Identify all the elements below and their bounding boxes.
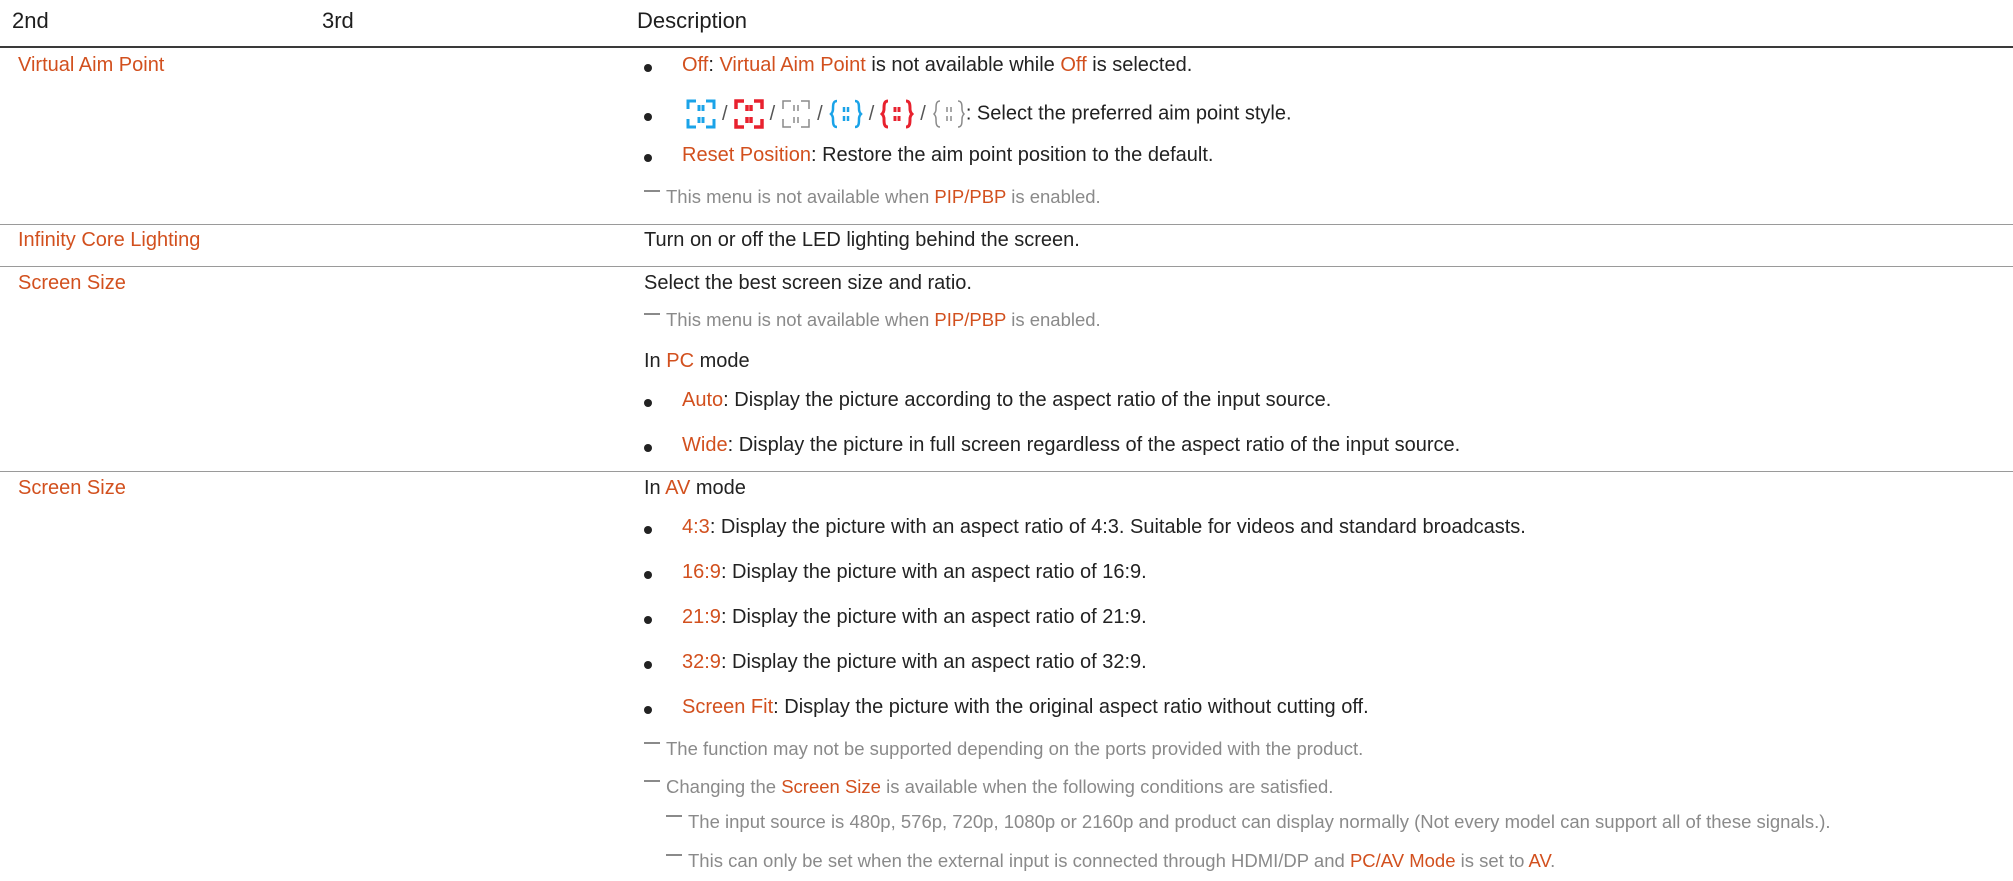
option-32-9: 32:9 — [682, 651, 721, 673]
text: is available when the following conditio… — [880, 776, 1334, 797]
option-off: Off — [682, 54, 709, 76]
text: The input source is 480p, 576p, 720p, 10… — [688, 811, 1831, 832]
text: : Display the picture according to the a… — [723, 389, 1332, 411]
bullet — [644, 571, 652, 579]
option-wide: Wide — [682, 434, 728, 456]
option-name: Virtual Aim Point — [719, 54, 866, 76]
text: : — [708, 54, 720, 76]
separator: / — [920, 102, 926, 125]
text: : Restore the aim point position to the … — [810, 144, 1214, 166]
text: : Display the picture with an aspect rat… — [709, 516, 1526, 538]
text: The function may not be supported depend… — [666, 738, 1364, 759]
aim-point-style-4-icon — [828, 99, 863, 129]
note-dash — [644, 742, 660, 744]
bullet — [644, 444, 652, 452]
option-off: Off — [1060, 54, 1087, 76]
table-row: Infinity Core Lighting Turn on or off th… — [0, 225, 2013, 266]
bullet — [644, 64, 652, 72]
description-text: Turn on or off the LED lighting behind t… — [644, 229, 1080, 251]
note-dash — [644, 190, 660, 192]
text: is not available while — [865, 54, 1061, 76]
note: This menu is not available when PIP/PBP … — [644, 309, 1101, 331]
text: : Display the picture in full screen reg… — [727, 434, 1461, 456]
note-dash — [666, 815, 682, 817]
sub-note: This can only be set when the external i… — [666, 850, 1555, 872]
text: : Select the preferred aim point style. — [965, 102, 1292, 125]
description-text: Select the best screen size and ratio. — [644, 272, 972, 294]
note-dash — [644, 313, 660, 315]
mode-label: In AV mode — [644, 477, 746, 500]
option-screen-size: Screen Size — [781, 776, 881, 797]
bullet — [644, 661, 652, 669]
aim-point-style-2-icon — [733, 99, 764, 129]
option-21-9: 21:9 — [682, 606, 721, 628]
text: is selected. — [1086, 54, 1193, 76]
text: This can only be set when the external i… — [688, 850, 1350, 871]
row-label: Infinity Core Lighting — [18, 229, 201, 251]
note: This menu is not available when PIP/PBP … — [644, 186, 1101, 208]
option-pip-pbp: PIP/PBP — [934, 186, 1007, 207]
mode-pc: PC — [666, 350, 695, 372]
aim-point-style-3-icon — [782, 100, 810, 128]
text: In — [644, 477, 666, 499]
note: The function may not be supported depend… — [644, 738, 1363, 760]
text: mode — [690, 477, 746, 499]
bullet — [644, 706, 652, 714]
table-row: Screen Size Select the best screen size … — [0, 267, 2013, 471]
option-av: AV — [1528, 850, 1551, 871]
bullet — [644, 399, 652, 407]
text: This menu is not available when — [666, 186, 935, 207]
aim-point-style-6-icon — [932, 100, 965, 128]
text: . — [1550, 850, 1556, 871]
text: is enabled. — [1006, 309, 1101, 330]
note-dash — [644, 780, 660, 782]
row-label: Screen Size — [18, 272, 126, 294]
option-4-3: 4:3 — [682, 516, 710, 538]
bullet — [644, 526, 652, 534]
row-label: Screen Size — [18, 477, 126, 499]
text: is enabled. — [1006, 186, 1101, 207]
col-header-description: Description — [637, 8, 748, 33]
aim-point-icons: / / / / / — [686, 99, 966, 129]
text: : Display the picture with an aspect rat… — [720, 561, 1147, 583]
separator: / — [722, 102, 728, 125]
text: This menu is not available when — [666, 309, 935, 330]
text: is set to — [1455, 850, 1529, 871]
option-pip-pbp: PIP/PBP — [934, 309, 1007, 330]
option-screen-fit: Screen Fit — [682, 696, 774, 718]
col-header-3rd: 3rd — [322, 8, 354, 33]
manual-page: 2nd 3rd Description Virtual Aim Point Of… — [0, 0, 2013, 881]
mode-label: In PC mode — [644, 350, 750, 373]
table-row: Virtual Aim Point Off: Virtual Aim Point… — [0, 48, 2013, 224]
mode-av: AV — [665, 477, 691, 499]
row-label: Virtual Aim Point — [18, 54, 165, 76]
bullet — [644, 154, 652, 162]
note: Changing the Screen Size is available wh… — [644, 776, 1333, 798]
separator: / — [769, 102, 776, 125]
option-pc-av-mode: PC/AV Mode — [1349, 850, 1456, 871]
table-header: 2nd 3rd Description — [0, 0, 2013, 48]
aim-point-style-1-icon — [686, 99, 716, 129]
note-dash — [666, 854, 682, 856]
separator: / — [868, 102, 875, 125]
sub-note: The input source is 480p, 576p, 720p, 10… — [666, 811, 1831, 833]
text: mode — [694, 350, 750, 372]
aim-point-style-5-icon — [880, 99, 915, 129]
text: : Display the picture with an aspect rat… — [720, 606, 1147, 628]
text: : Display the picture with the original … — [773, 696, 1369, 718]
separator: / — [817, 102, 823, 125]
table-row: Screen Size In AV mode 4:3: Display the … — [0, 472, 2013, 881]
bullet — [644, 113, 652, 121]
bullet — [644, 616, 652, 624]
text: : Display the picture with an aspect rat… — [720, 651, 1147, 673]
option-auto: Auto — [682, 389, 724, 411]
text: In — [644, 350, 667, 372]
option-16-9: 16:9 — [682, 561, 721, 583]
col-header-2nd: 2nd — [12, 8, 49, 33]
text: Changing the — [666, 776, 782, 797]
option-reset-position: Reset Position — [682, 144, 811, 166]
